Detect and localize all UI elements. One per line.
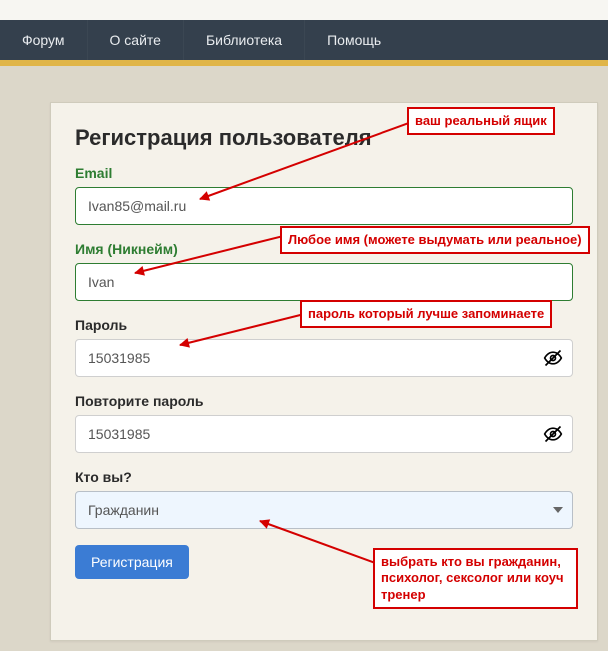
main-nav: Форум О сайте Библиотека Помощь [0,20,608,60]
top-light-band [0,0,608,20]
role-label: Кто вы? [75,469,573,485]
annotation-password: пароль который лучше запоминаете [300,300,552,328]
gold-stripe [0,60,608,66]
annotation-name: Любое имя (можете выдумать или реальное) [280,226,590,254]
email-input[interactable] [75,187,573,225]
password2-input[interactable] [75,415,573,453]
annotation-email: ваш реальный ящик [407,107,555,135]
email-label: Email [75,165,573,181]
eye-off-icon[interactable] [543,424,563,444]
role-select[interactable]: Гражданин [75,491,573,529]
eye-off-icon[interactable] [543,348,563,368]
nav-help[interactable]: Помощь [304,20,403,60]
password2-label: Повторите пароль [75,393,573,409]
nav-about[interactable]: О сайте [87,20,183,60]
nav-library[interactable]: Библиотека [183,20,304,60]
password-input[interactable] [75,339,573,377]
nav-forum[interactable]: Форум [0,20,87,60]
annotation-role: выбрать кто вы гражданин, психолог, секс… [373,548,578,609]
register-button[interactable]: Регистрация [75,545,189,579]
